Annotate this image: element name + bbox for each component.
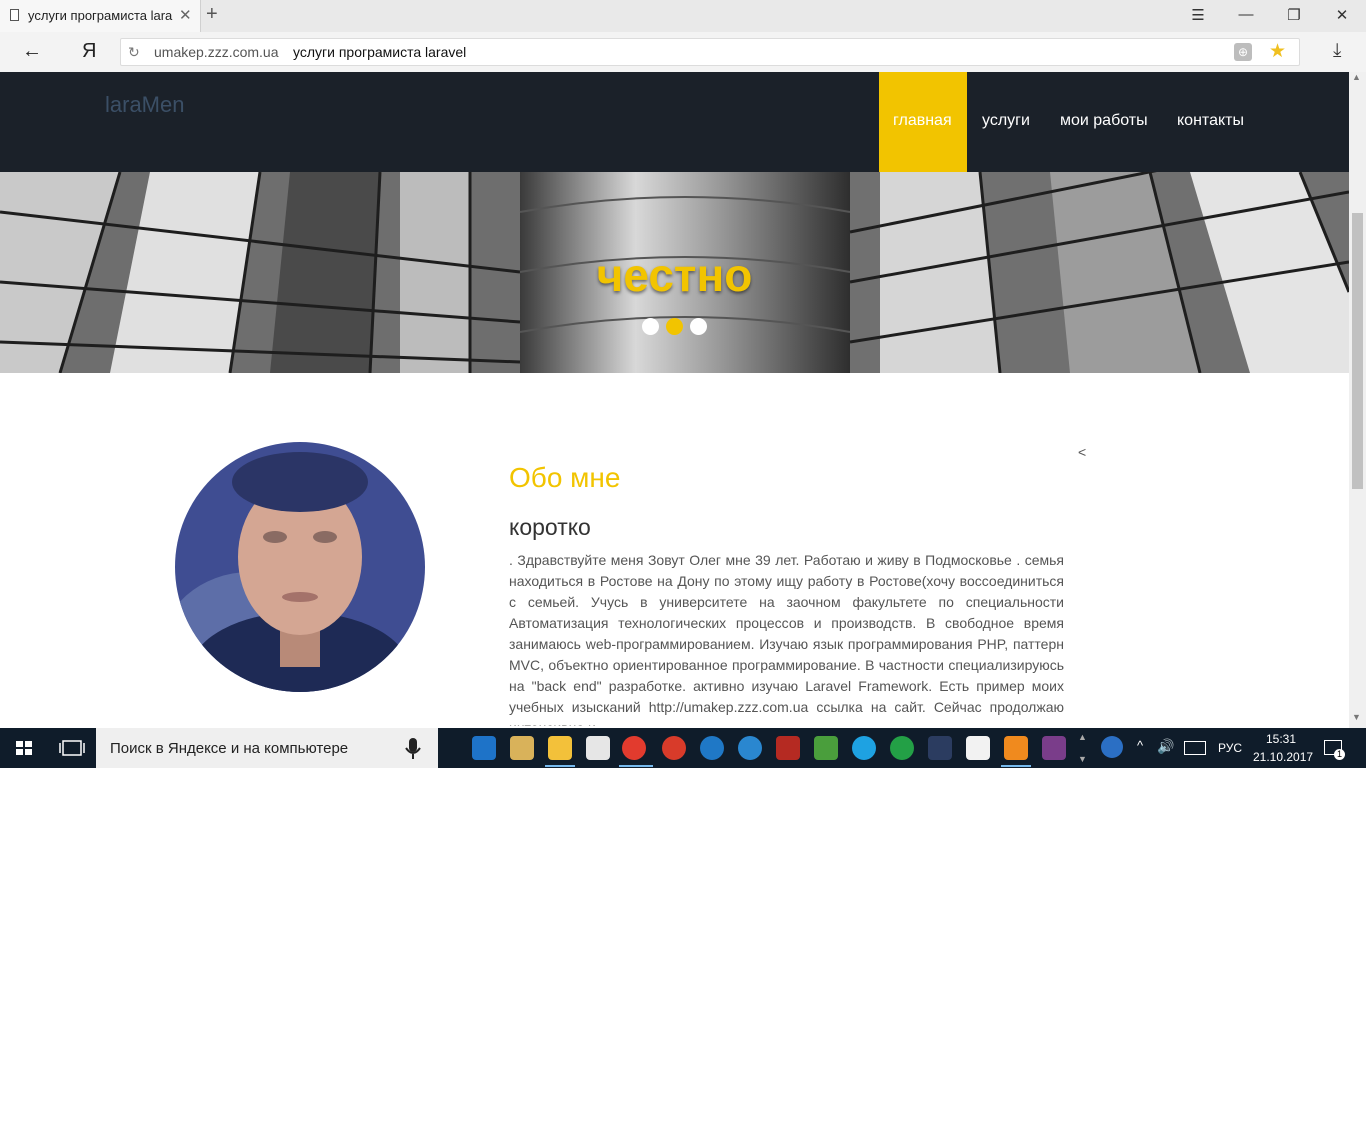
tray-expand-icon[interactable]: ^ <box>1137 738 1143 753</box>
slider-dot-3[interactable] <box>690 318 707 335</box>
slider-dot-1[interactable] <box>642 318 659 335</box>
bookmark-star-icon[interactable]: ★ <box>1269 40 1286 63</box>
close-window-button[interactable]: ✕ <box>1332 6 1352 24</box>
browser-menu-button[interactable]: ☰ <box>1188 6 1208 24</box>
mic-shape <box>405 738 421 759</box>
yandex-browser-running-indicator <box>619 765 653 767</box>
explorer-icon[interactable] <box>548 736 572 760</box>
help-icon[interactable] <box>1101 736 1123 758</box>
microphone-icon[interactable] <box>404 738 422 765</box>
scroll-up-icon[interactable]: ▲ <box>1352 72 1361 82</box>
back-arrow-link[interactable]: < <box>1078 444 1086 460</box>
minimize-button[interactable]: — <box>1236 6 1256 23</box>
skype-icon[interactable] <box>852 736 876 760</box>
vpn-icon[interactable] <box>738 736 762 760</box>
slider-dot-2-active[interactable] <box>666 318 683 335</box>
nav-item-home[interactable]: главная <box>893 112 952 130</box>
nav-item-works[interactable]: мои работы <box>1060 112 1148 130</box>
sublime-running-indicator <box>1001 765 1031 767</box>
tab-close-icon[interactable]: ✕ <box>179 6 192 24</box>
about-subtitle: коротко <box>509 514 591 540</box>
about-title: Обо мне <box>509 462 621 493</box>
yandex-icon[interactable] <box>586 736 610 760</box>
scroll-down-icon[interactable]: ▼ <box>1352 712 1361 722</box>
address-domain[interactable]: umakep.zzz.com.ua <box>154 44 279 60</box>
clock-date[interactable]: 21.10.2017 <box>1253 750 1313 764</box>
download-icon[interactable]: ⤓ <box>1333 40 1341 62</box>
scrollbar-thumb[interactable] <box>1352 213 1363 489</box>
avatar <box>175 442 425 692</box>
protect-icon[interactable]: ⊕ <box>1234 43 1252 61</box>
money-app-icon[interactable] <box>890 736 914 760</box>
mail-icon[interactable] <box>966 736 990 760</box>
site-logo[interactable]: laraMen <box>105 92 184 118</box>
task-view-icon <box>59 740 85 756</box>
reload-icon[interactable]: ↻ <box>128 44 140 61</box>
slider-caption: честно <box>596 249 753 301</box>
windows-logo-icon <box>16 741 32 755</box>
restore-button[interactable]: ❐ <box>1284 6 1304 24</box>
tab-title: услуги програмиста lara <box>28 8 173 23</box>
chrome-icon[interactable] <box>662 736 686 760</box>
start-button[interactable] <box>0 728 48 768</box>
nav-item-services[interactable]: услуги <box>982 112 1030 130</box>
keyboard-icon[interactable] <box>1184 741 1206 755</box>
paint-icon[interactable] <box>510 736 534 760</box>
taskbar-scroll-down-icon[interactable]: ▼ <box>1078 754 1087 764</box>
winrar-icon[interactable] <box>1042 736 1066 760</box>
browser-tab-strip <box>0 0 1366 32</box>
about-text: . Здравствуйте меня Зовут Олег мне 39 ле… <box>509 552 1064 726</box>
language-indicator[interactable]: РУС <box>1218 741 1242 755</box>
nav-item-contacts[interactable]: контакты <box>1177 112 1244 130</box>
volume-icon[interactable]: 🔊 <box>1157 738 1174 755</box>
browser-tab[interactable]: услуги програмиста lara ✕ <box>0 0 201 32</box>
back-button[interactable]: ← <box>22 40 42 63</box>
acrobat-icon[interactable] <box>776 736 800 760</box>
page-icon <box>10 9 19 21</box>
chart-app-icon[interactable] <box>814 736 838 760</box>
notification-count-badge: 1 <box>1334 749 1345 760</box>
media-player-icon[interactable] <box>928 736 952 760</box>
taskbar-search-input[interactable]: Поиск в Яндексе и на компьютере <box>110 740 348 757</box>
avatar-photo <box>175 442 425 692</box>
edge-icon[interactable] <box>472 736 496 760</box>
thunderbird-icon[interactable] <box>700 736 724 760</box>
explorer-running-indicator <box>545 765 575 767</box>
taskbar-scroll-up-icon[interactable]: ▲ <box>1078 732 1087 742</box>
task-view-button[interactable] <box>48 728 96 768</box>
clock-time[interactable]: 15:31 <box>1266 732 1296 746</box>
address-page-title[interactable]: услуги програмиста laravel <box>293 44 466 60</box>
new-tab-button[interactable]: + <box>206 3 218 26</box>
sublime-icon[interactable] <box>1004 736 1028 760</box>
yandex-browser-icon[interactable] <box>622 736 646 760</box>
yandex-button[interactable]: Я <box>82 40 96 63</box>
